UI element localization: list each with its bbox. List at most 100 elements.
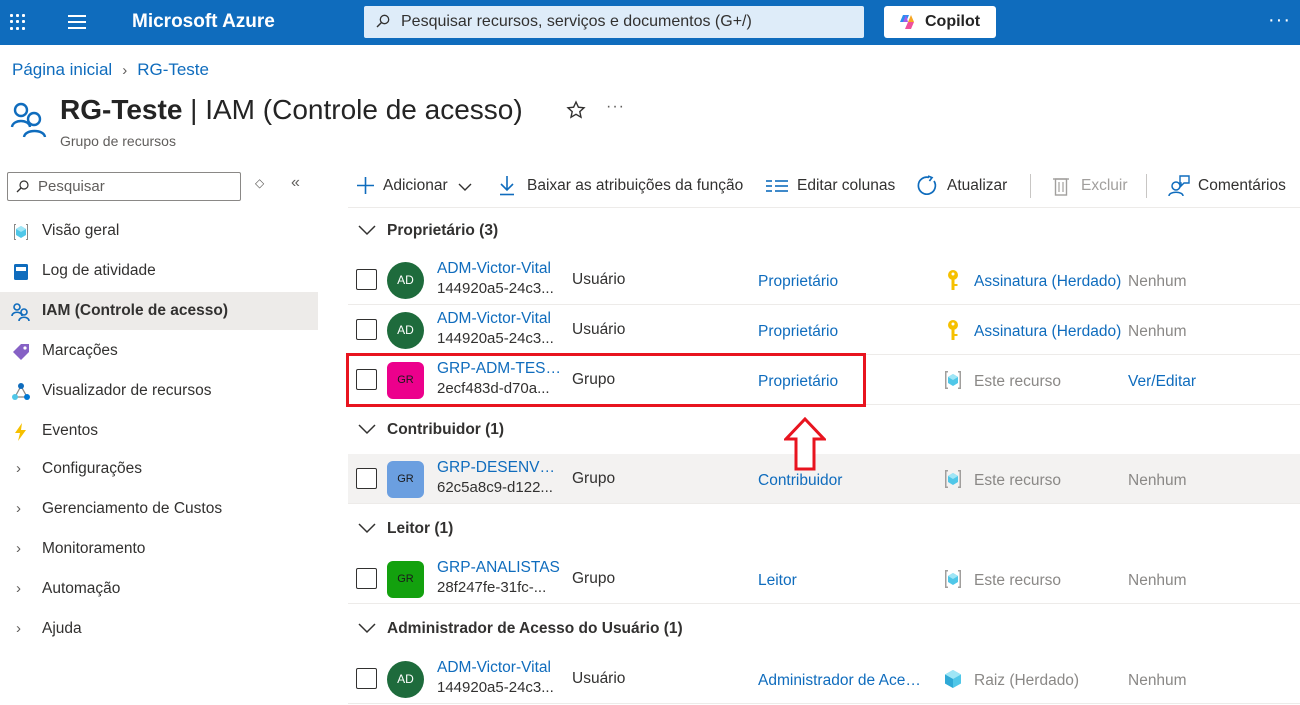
- table-row[interactable]: GR GRP-ANALISTAS 28f247fe-31fc-... Grupo…: [348, 554, 1300, 604]
- resource-group-icon: [14, 224, 28, 240]
- favorite-star-icon[interactable]: [566, 100, 586, 120]
- resource-group-icon: [945, 371, 961, 389]
- refresh-button[interactable]: Atualizar: [916, 168, 1007, 204]
- activity-log-icon: [14, 264, 28, 280]
- feedback-label: Comentários: [1198, 177, 1286, 194]
- refresh-label: Atualizar: [947, 177, 1008, 194]
- copilot-button[interactable]: Copilot: [884, 6, 996, 38]
- breadcrumb-current[interactable]: RG-Teste: [137, 60, 209, 79]
- search-icon: [376, 14, 390, 28]
- nav-item-label: Gerenciamento de Custos: [42, 500, 223, 517]
- principal-name-link[interactable]: GRP-ANALISTAS: [437, 559, 563, 577]
- principal-name-link[interactable]: ADM-Victor-Vital: [437, 659, 563, 677]
- collapse-nav-icon[interactable]: «: [291, 174, 300, 192]
- condition: Nenhum: [1128, 472, 1187, 489]
- role-link[interactable]: Proprietário: [758, 323, 928, 341]
- header-more-icon[interactable]: ···: [606, 98, 625, 116]
- scope-text: Este recurso: [974, 472, 1062, 489]
- role-link[interactable]: Proprietário: [758, 273, 928, 291]
- row-checkbox[interactable]: [356, 468, 377, 489]
- table-row[interactable]: AD ADM-Victor-Vital 144920a5-24c3... Usu…: [348, 305, 1300, 355]
- role-link[interactable]: Contribuidor: [758, 472, 928, 490]
- nav-item-overview[interactable]: Visão geral: [0, 212, 318, 250]
- condition: Nenhum: [1128, 273, 1187, 290]
- principal-type: Usuário: [572, 321, 626, 338]
- lightning-icon: [15, 423, 26, 441]
- scope-text: Este recurso: [974, 572, 1062, 589]
- download-icon: [500, 176, 514, 196]
- row-checkbox[interactable]: [356, 269, 377, 290]
- group-label: Administrador de Acesso do Usuário (1): [387, 620, 683, 637]
- nav-item-automation[interactable]: › Automação: [0, 570, 318, 608]
- chevron-down-icon: [358, 623, 376, 634]
- iam-icon: [11, 303, 30, 322]
- chevron-right-icon: ›: [16, 500, 21, 517]
- scope-link[interactable]: Assinatura (Herdado): [974, 273, 1122, 291]
- page-title-resource: RG-Teste: [60, 94, 183, 125]
- table-row[interactable]: AD ADM-Victor-Vital 144920a5-24c3... Usu…: [348, 255, 1300, 305]
- row-checkbox[interactable]: [356, 319, 377, 340]
- feedback-icon: [1168, 175, 1190, 197]
- global-search-input[interactable]: Pesquisar recursos, serviços e documento…: [364, 6, 864, 38]
- feedback-button[interactable]: Comentários: [1168, 168, 1286, 204]
- breadcrumb-home[interactable]: Página inicial: [12, 60, 112, 79]
- nav-item-monitoring[interactable]: › Monitoramento: [0, 530, 318, 568]
- nav-item-label: Marcações: [42, 342, 118, 359]
- nav-item-cost-management[interactable]: › Gerenciamento de Custos: [0, 490, 318, 528]
- command-bar: Adicionar Baixar as atribuições da funçã…: [348, 168, 1300, 206]
- edit-columns-button[interactable]: Editar colunas: [766, 168, 895, 204]
- role-link[interactable]: Administrador de Acesso do Usuário: [758, 672, 928, 690]
- nav-item-iam[interactable]: IAM (Controle de acesso): [0, 292, 318, 330]
- nav-item-help[interactable]: › Ajuda: [0, 610, 318, 648]
- resource-group-icon: [945, 570, 961, 588]
- chevron-right-icon: ›: [16, 620, 21, 637]
- delete-button[interactable]: Excluir: [1052, 168, 1128, 204]
- condition-edit-link[interactable]: Ver/Editar: [1128, 373, 1196, 391]
- up-arrow-annotation-icon: [784, 417, 826, 471]
- principal-type: Usuário: [572, 271, 626, 288]
- group-header-owner[interactable]: Proprietário (3): [348, 207, 1300, 255]
- add-button[interactable]: Adicionar: [352, 168, 472, 204]
- subscription-key-icon: [948, 320, 958, 340]
- nav-item-settings[interactable]: › Configurações: [0, 450, 318, 488]
- page-subtitle: Grupo de recursos: [60, 133, 176, 149]
- download-role-assignments-button[interactable]: Baixar as atribuições da função: [498, 168, 743, 204]
- portal-menu-icon[interactable]: [68, 15, 86, 29]
- avatar: GR: [387, 561, 424, 598]
- topbar-more-icon[interactable]: ···: [1268, 9, 1291, 32]
- group-header-reader[interactable]: Leitor (1): [348, 505, 1300, 553]
- group-header-user-access-admin[interactable]: Administrador de Acesso do Usuário (1): [348, 605, 1300, 653]
- nav-item-activity-log[interactable]: Log de atividade: [0, 252, 318, 290]
- nav-search-input[interactable]: Pesquisar: [7, 172, 241, 201]
- nav-item-resource-visualizer[interactable]: Visualizador de recursos: [0, 372, 318, 410]
- subscription-key-icon: [948, 270, 958, 290]
- principal-name-link[interactable]: ADM-Victor-Vital: [437, 260, 563, 278]
- role-link[interactable]: Leitor: [758, 572, 928, 590]
- principal-object-id: 144920a5-24c3...: [437, 280, 554, 297]
- principal-name-link[interactable]: GRP-DESENVOLVIMENTO: [437, 459, 563, 477]
- delete-label: Excluir: [1081, 177, 1128, 194]
- resource-group-icon: [945, 470, 961, 488]
- app-launcher-icon[interactable]: [10, 14, 26, 30]
- chevron-down-icon: [358, 424, 376, 435]
- group-label: Contribuidor (1): [387, 421, 505, 438]
- table-row[interactable]: AD ADM-Victor-Vital 144920a5-24c3... Usu…: [348, 654, 1300, 704]
- nav-item-label: Eventos: [42, 422, 99, 439]
- nav-item-label: Visão geral: [42, 222, 120, 239]
- global-search-placeholder: Pesquisar recursos, serviços e documento…: [401, 13, 752, 30]
- sort-updown-icon[interactable]: ◇: [255, 176, 264, 190]
- row-checkbox[interactable]: [356, 668, 377, 689]
- nav-item-tags[interactable]: Marcações: [0, 332, 318, 370]
- page-title: RG-Teste | IAM (Controle de acesso): [60, 94, 523, 126]
- nav-item-label: Visualizador de recursos: [42, 382, 212, 399]
- trash-icon: [1053, 178, 1069, 196]
- nav-item-events[interactable]: Eventos: [0, 412, 318, 450]
- nav-item-label: Automação: [42, 580, 121, 597]
- brand-title[interactable]: Microsoft Azure: [132, 11, 275, 33]
- principal-type: Grupo: [572, 570, 616, 587]
- row-checkbox[interactable]: [356, 568, 377, 589]
- principal-object-id: 144920a5-24c3...: [437, 679, 554, 696]
- principal-name-link[interactable]: ADM-Victor-Vital: [437, 310, 563, 328]
- scope-link[interactable]: Assinatura (Herdado): [974, 323, 1122, 341]
- breadcrumb: Página inicial › RG-Teste: [12, 60, 209, 80]
